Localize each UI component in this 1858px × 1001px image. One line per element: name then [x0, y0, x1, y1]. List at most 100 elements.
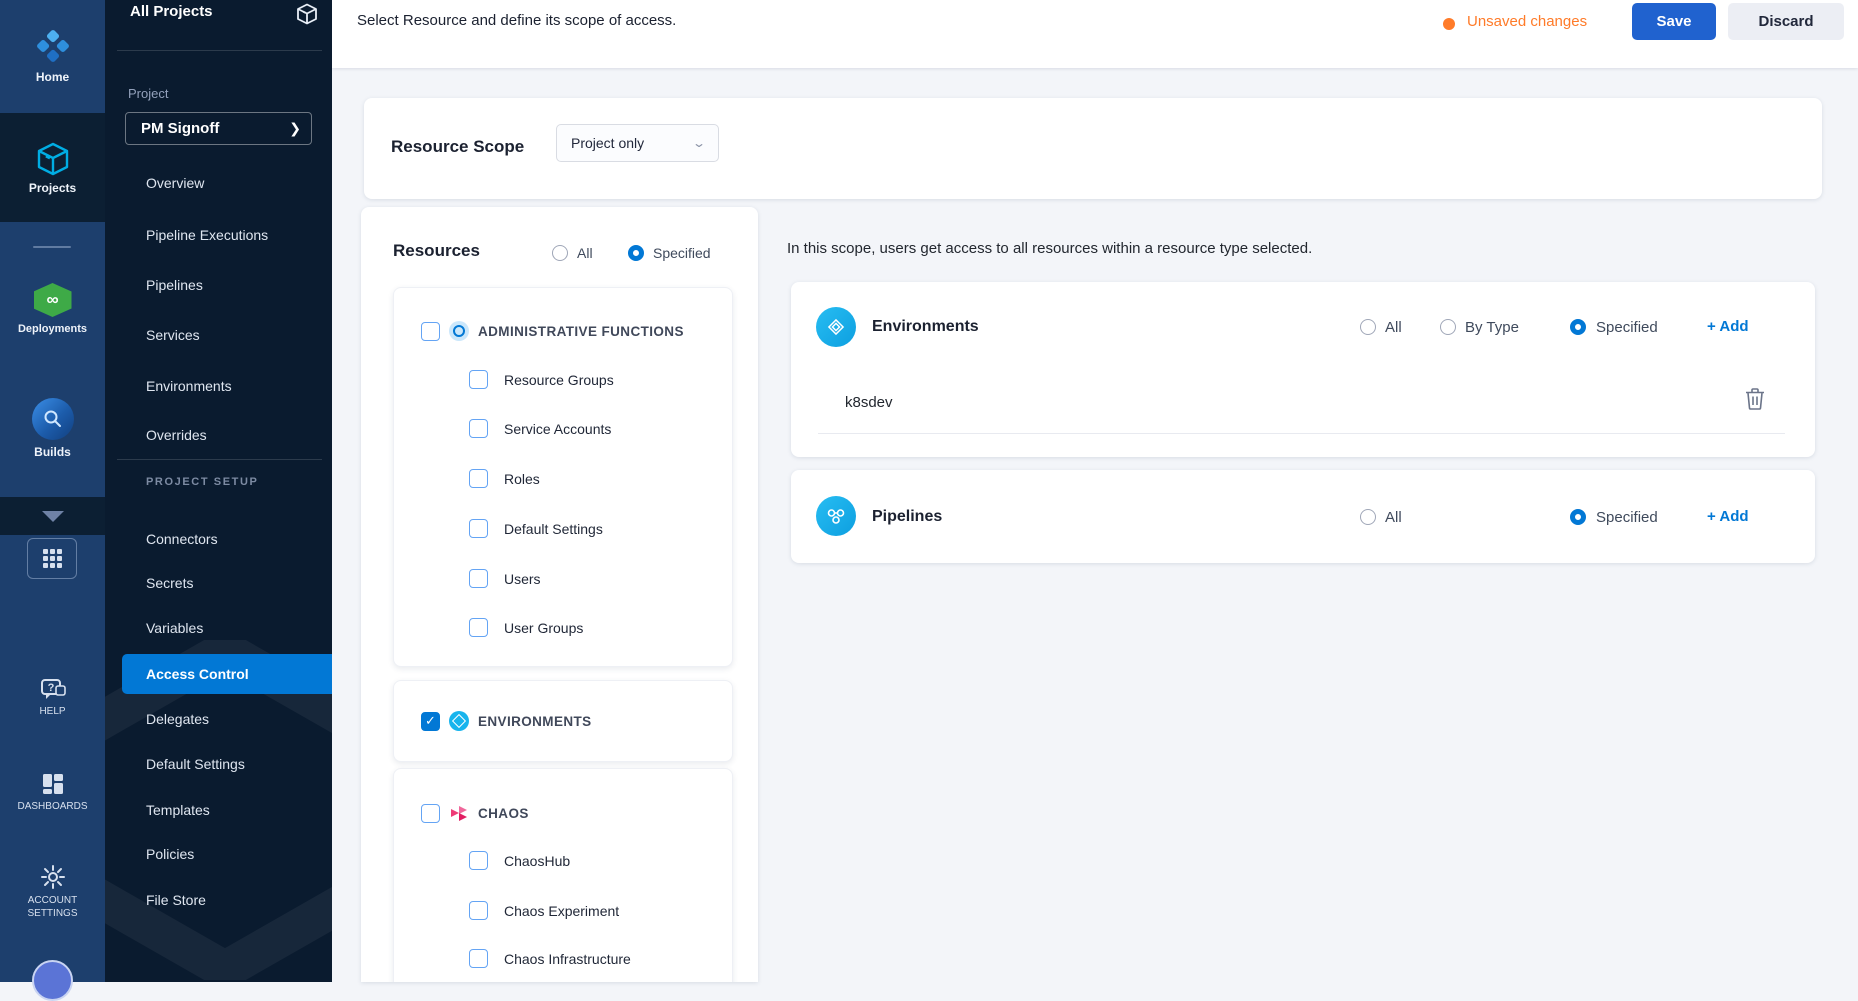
rail-divider — [33, 246, 71, 248]
grid-icon — [43, 549, 62, 568]
resources-radio-all-label[interactable]: All — [577, 245, 593, 261]
checkbox-user-groups[interactable] — [469, 618, 488, 637]
resources-radio-all[interactable] — [552, 245, 568, 261]
svg-text:?: ? — [47, 682, 54, 694]
sidebar-item-pipeline-executions[interactable]: Pipeline Executions — [105, 212, 332, 258]
administrative-functions-icon — [449, 321, 469, 341]
label-users: Users — [504, 571, 541, 587]
checkbox-default-settings[interactable] — [469, 519, 488, 538]
pipelines-icon — [816, 496, 856, 536]
main-area: Select Resource and define its scope of … — [332, 0, 1858, 982]
checkbox-environments[interactable]: ✓ — [421, 712, 440, 731]
sidebar-item-file-store[interactable]: File Store — [105, 877, 332, 923]
checkbox-chaos[interactable] — [421, 804, 440, 823]
sidebar-item-policies[interactable]: Policies — [105, 831, 332, 877]
resources-radio-specified[interactable] — [628, 245, 644, 261]
pipe-radio-all[interactable] — [1360, 509, 1376, 525]
discard-button[interactable]: Discard — [1728, 3, 1844, 40]
env-add-button[interactable]: + Add — [1707, 318, 1749, 335]
save-button[interactable]: Save — [1632, 3, 1716, 40]
rail-item-deployments[interactable]: ∞ Deployments — [0, 283, 105, 345]
rail-label-help: HELP — [39, 706, 65, 717]
scope-info-text: In this scope, users get access to all r… — [787, 240, 1312, 257]
module-picker-button[interactable] — [27, 538, 77, 579]
rail-collapse-button[interactable] — [0, 497, 105, 535]
resources-panel: Resources All Specified ADMINISTRATIVE F… — [361, 207, 758, 982]
sidebar-item-connectors[interactable]: Connectors — [105, 516, 332, 562]
pipe-radio-all-label[interactable]: All — [1385, 509, 1402, 526]
label-service-accounts: Service Accounts — [504, 421, 611, 437]
sidebar-item-variables[interactable]: Variables — [105, 605, 332, 651]
checkbox-roles[interactable] — [469, 469, 488, 488]
home-icon — [33, 26, 73, 66]
unsaved-changes-badge: Unsaved changes — [1467, 13, 1587, 30]
pipelines-resource-card: Pipelines All Specified + Add — [791, 470, 1815, 563]
pipe-add-button[interactable]: + Add — [1707, 508, 1749, 525]
environments-card-title: Environments — [872, 318, 979, 336]
user-avatar[interactable] — [32, 960, 73, 1001]
page-title: Select Resource and define its scope of … — [357, 12, 676, 29]
resource-scope-dropdown[interactable]: Project only ⌄ — [556, 124, 719, 162]
pipe-radio-specified[interactable] — [1570, 509, 1586, 525]
label-resource-groups: Resource Groups — [504, 372, 614, 388]
delete-icon[interactable] — [1745, 387, 1765, 411]
env-radio-specified-label[interactable]: Specified — [1596, 319, 1658, 336]
sidebar-item-delegates[interactable]: Delegates — [105, 696, 332, 742]
sidebar-divider — [117, 50, 322, 51]
unsaved-dot-icon — [1443, 18, 1455, 30]
checkbox-administrative-functions[interactable] — [421, 322, 440, 341]
env-radio-all-label[interactable]: All — [1385, 319, 1402, 336]
rail-item-projects[interactable]: Projects — [0, 113, 105, 222]
sidebar-item-pipelines[interactable]: Pipelines — [105, 262, 332, 308]
sidebar-item-secrets[interactable]: Secrets — [105, 560, 332, 606]
rail-label-account-settings: ACCOUNT SETTINGS — [13, 894, 93, 920]
label-chaos-experiment: Chaos Experiment — [504, 903, 619, 919]
env-radio-by-type-label[interactable]: By Type — [1465, 319, 1519, 336]
project-name: PM Signoff — [141, 120, 219, 137]
sidebar-item-environments[interactable]: Environments — [105, 363, 332, 409]
sidebar-item-access-control[interactable]: Access Control — [122, 654, 332, 694]
checkbox-service-accounts[interactable] — [469, 419, 488, 438]
rail-item-home[interactable]: Home — [0, 0, 105, 110]
rail-label-dashboards: DASHBOARDS — [17, 801, 87, 812]
section-project-setup: PROJECT SETUP — [146, 476, 259, 488]
sidebar-item-default-settings[interactable]: Default Settings — [105, 741, 332, 787]
group-name: ADMINISTRATIVE FUNCTIONS — [478, 324, 684, 339]
group-name: CHAOS — [478, 806, 529, 821]
chaos-icon — [449, 803, 469, 823]
rail-label-projects: Projects — [29, 181, 76, 195]
page-header: Select Resource and define its scope of … — [332, 0, 1858, 68]
sidebar-item-overview[interactable]: Overview — [105, 160, 332, 206]
checkbox-chaos-experiment[interactable] — [469, 901, 488, 920]
project-cube-icon[interactable] — [295, 2, 319, 26]
checkbox-users[interactable] — [469, 569, 488, 588]
project-selector[interactable]: PM Signoff ❯ — [125, 112, 312, 145]
sidebar-item-services[interactable]: Services — [105, 312, 332, 358]
environments-small-icon — [449, 711, 469, 731]
label-roles: Roles — [504, 471, 540, 487]
group-administrative-functions: ADMINISTRATIVE FUNCTIONS Resource Groups… — [393, 287, 733, 667]
chevron-down-icon — [42, 511, 64, 522]
all-projects-link[interactable]: All Projects — [130, 3, 213, 20]
rail-label-home: Home — [36, 70, 69, 84]
checkbox-chaoshub[interactable] — [469, 851, 488, 870]
env-radio-by-type[interactable] — [1440, 319, 1456, 335]
env-radio-all[interactable] — [1360, 319, 1376, 335]
resources-radio-specified-label[interactable]: Specified — [653, 245, 711, 261]
rail-item-dashboards[interactable]: DASHBOARDS — [0, 772, 105, 824]
sidebar-item-templates[interactable]: Templates — [105, 787, 332, 833]
nav-rail: Home Projects ∞ Deployments Builds — [0, 0, 105, 982]
rail-item-help[interactable]: ? HELP — [0, 678, 105, 728]
pipe-radio-specified-label[interactable]: Specified — [1596, 509, 1658, 526]
dropdown-chevron-icon: ⌄ — [692, 136, 706, 150]
label-chaos-infrastructure: Chaos Infrastructure — [504, 951, 631, 967]
checkbox-chaos-infrastructure[interactable] — [469, 949, 488, 968]
projects-icon — [34, 140, 72, 178]
checkbox-resource-groups[interactable] — [469, 370, 488, 389]
rail-item-builds[interactable]: Builds — [0, 398, 105, 468]
env-radio-specified[interactable] — [1570, 319, 1586, 335]
rail-item-account-settings[interactable]: ACCOUNT SETTINGS — [0, 864, 105, 924]
rail-label-deployments: Deployments — [18, 323, 87, 335]
label-default-settings: Default Settings — [504, 521, 603, 537]
sidebar-item-overrides[interactable]: Overrides — [105, 412, 332, 458]
